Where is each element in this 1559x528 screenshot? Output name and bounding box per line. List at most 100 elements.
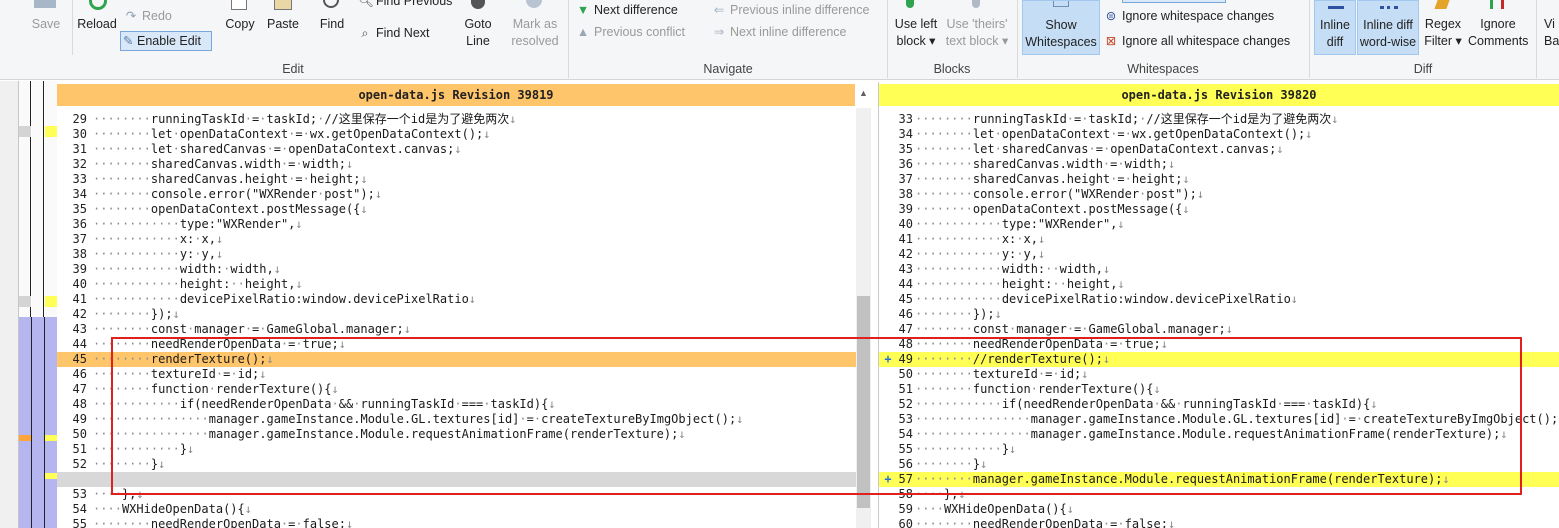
use-theirs-text-block-button[interactable]: Use 'theirs' text block ▾ — [942, 0, 1012, 52]
right-diff-pane[interactable]: open-data.js Revision 39820 33 ········ru… — [878, 82, 1559, 528]
ignore-all-whitespace-changes-button[interactable]: ⊠ Ignore all whitespace changes — [1104, 33, 1290, 50]
code-line[interactable]: 52 ············if(needRenderOpenData·&&·r… — [879, 397, 1559, 412]
view-partial-button[interactable]: Vi Ba — [1538, 0, 1559, 52]
paste-button[interactable]: Paste — [262, 0, 304, 40]
locator-mark — [19, 126, 31, 137]
code-line[interactable]: 37 ········sharedCanvas.height·=·height;↓ — [879, 172, 1559, 187]
code-line[interactable]: 34 ········console.error("WXRender·post")… — [57, 187, 871, 202]
mark-as-resolved-label: Mark as resolved — [511, 17, 559, 48]
code-line[interactable]: 60 ········needRenderOpenData·=·false;↓ — [879, 517, 1559, 528]
paste-icon — [274, 0, 292, 10]
redo-button[interactable]: ↷ Redo — [124, 8, 172, 25]
copy-button[interactable]: Copy — [220, 0, 260, 40]
enable-edit-button[interactable]: ✎ Enable Edit — [120, 31, 212, 51]
code-line[interactable]: 48 ············if(needRenderOpenData·&&·r… — [57, 397, 871, 412]
code-line[interactable]: 48 ········needRenderOpenData·=·true;↓ — [879, 337, 1559, 352]
show-whitespaces-button[interactable]: Show Whitespaces — [1022, 0, 1100, 55]
previous-conflict-button[interactable]: ▲ Previous conflict — [576, 24, 685, 41]
code-line[interactable]: 41 ············devicePixelRatio:window.de… — [57, 292, 871, 307]
line-number: 46 — [898, 307, 913, 321]
code-line[interactable]: 38 ········console.error("WXRender·post")… — [879, 187, 1559, 202]
code-line[interactable]: 37 ············x:·x,↓ — [57, 232, 871, 247]
code-line[interactable]: 51 ········function·renderTexture(){↓ — [879, 382, 1559, 397]
inline-diff-word-wise-button[interactable]: Inline diff word-wise — [1357, 0, 1419, 55]
ignore-comments-button[interactable]: Ignore Comments — [1468, 0, 1528, 52]
ignore-whitespace-changes-button[interactable]: ⊜ Ignore whitespace changes — [1104, 8, 1274, 25]
previous-inline-difference-button[interactable]: ⇐ Previous inline difference — [712, 2, 870, 19]
line-number: 33 — [72, 172, 87, 186]
code-line[interactable]: 44 ············height:··height,↓ — [879, 277, 1559, 292]
save-button[interactable]: Save — [28, 0, 64, 40]
line-number: 49 — [72, 412, 87, 426]
find-button[interactable]: Find — [312, 0, 352, 40]
left-diff-pane[interactable]: open-data.js Revision 39819 ▲ 29 ········… — [57, 82, 871, 528]
code-line[interactable]: −45········renderTexture();↓ — [57, 352, 871, 367]
code-line[interactable]: 32 ········sharedCanvas.width·=·width;↓ — [57, 157, 871, 172]
code-line[interactable]: 49 ················manager.gameInstance.M… — [57, 412, 871, 427]
code-line[interactable]: 53 ····},↓ — [57, 487, 871, 502]
mark-as-resolved-button[interactable]: Mark as resolved — [506, 0, 564, 52]
reload-button[interactable]: Reload — [76, 0, 118, 40]
code-line[interactable]: 45 ············devicePixelRatio:window.de… — [879, 292, 1559, 307]
code-line[interactable]: 54 ····WXHideOpenData(){↓ — [57, 502, 871, 517]
code-line[interactable]: 42 ············y:·y,↓ — [879, 247, 1559, 262]
code-line[interactable]: 33 ········sharedCanvas.height·=·height;↓ — [57, 172, 871, 187]
code-line[interactable]: 30 ········let·openDataContext·=·wx.getOp… — [57, 127, 871, 142]
scroll-up-arrow[interactable]: ▲ — [856, 86, 871, 101]
code-line[interactable]: 55 ············}↓ — [879, 442, 1559, 457]
code-line[interactable]: 34 ········let·openDataContext·=·wx.getOp… — [879, 127, 1559, 142]
code-line[interactable]: 53 ················manager.gameInstance.M… — [879, 412, 1559, 427]
code-line[interactable]: 44 ········needRenderOpenData·=·true;↓ — [57, 337, 871, 352]
use-left-block-button[interactable]: Use left block ▾ — [892, 0, 940, 52]
code-line[interactable]: 35 ········openDataContext.postMessage({↓ — [57, 202, 871, 217]
regex-filter-button[interactable]: Regex Filter ▾ — [1420, 0, 1466, 52]
left-vertical-scrollbar[interactable] — [856, 108, 871, 528]
diff-locator-bar[interactable] — [18, 81, 57, 528]
line-number: 45 — [898, 292, 913, 306]
code-line[interactable]: 47 ········const·manager·=·GameGlobal.man… — [879, 322, 1559, 337]
code-line[interactable]: 41 ············x:·x,↓ — [879, 232, 1559, 247]
find-next-button[interactable]: ⌕ Find Next — [358, 25, 429, 42]
code-line[interactable]: 56 ········}↓ — [879, 457, 1559, 472]
code-line[interactable]: 42 ········});↓ — [57, 307, 871, 322]
code-line[interactable]: 33 ········runningTaskId·=·taskId;·//这里保存… — [879, 112, 1559, 127]
line-text: ····},↓ — [915, 487, 966, 501]
next-difference-button[interactable]: ▼ Next difference — [576, 2, 678, 19]
locator-viewport[interactable] — [19, 317, 57, 528]
code-line[interactable]: 51 ············}↓ — [57, 442, 871, 457]
inline-diff-button[interactable]: Inline diff — [1314, 0, 1356, 55]
code-line[interactable]: 47 ········function·renderTexture(){↓ — [57, 382, 871, 397]
goto-line-button[interactable]: Goto Line — [456, 0, 500, 52]
code-line[interactable]: 36 ············type:"WXRender",↓ — [57, 217, 871, 232]
code-line[interactable]: 29 ········runningTaskId·=·taskId;·//这里保存… — [57, 112, 871, 127]
code-line[interactable]: 54 ················manager.gameInstance.M… — [879, 427, 1559, 442]
next-inline-difference-button[interactable]: ⇒ Next inline difference — [712, 24, 847, 41]
code-line[interactable] — [57, 472, 871, 487]
code-line[interactable]: 31 ········let·sharedCanvas·=·openDataCon… — [57, 142, 871, 157]
code-line[interactable]: 40 ············type:"WXRender",↓ — [879, 217, 1559, 232]
code-line[interactable]: 43 ············width:··width,↓ — [879, 262, 1559, 277]
code-line[interactable]: 52 ········}↓ — [57, 457, 871, 472]
code-line[interactable]: 50 ················manager.gameInstance.M… — [57, 427, 871, 442]
code-line[interactable]: 58 ····},↓ — [879, 487, 1559, 502]
left-code-area[interactable]: 29 ········runningTaskId·=·taskId;·//这里保存… — [57, 108, 871, 528]
code-line[interactable]: 43 ········const·manager·=·GameGlobal.man… — [57, 322, 871, 337]
right-code-area[interactable]: 33 ········runningTaskId·=·taskId;·//这里保存… — [879, 108, 1559, 528]
line-number: 48 — [898, 337, 913, 351]
code-line[interactable]: +57 ········manager.gameInstance.Module.r… — [879, 472, 1559, 487]
code-line[interactable]: 35 ········let·sharedCanvas·=·openDataCon… — [879, 142, 1559, 157]
left-scroll-thumb[interactable] — [857, 296, 870, 508]
code-line[interactable]: 55 ········needRenderOpenData·=·false;↓ — [57, 517, 871, 528]
find-previous-button[interactable]: 🔍︎ Find Previous — [358, 0, 452, 10]
code-line[interactable]: 50 ········textureId·=·id;↓ — [879, 367, 1559, 382]
line-text: ············type:"WXRender",↓ — [915, 217, 1125, 231]
code-line[interactable]: 59 ····WXHideOpenData(){↓ — [879, 502, 1559, 517]
code-line[interactable]: +49 ········//renderTexture();↓ — [879, 352, 1559, 367]
code-line[interactable]: 46 ········});↓ — [879, 307, 1559, 322]
code-line[interactable]: 39 ············width:·width,↓ — [57, 262, 871, 277]
code-line[interactable]: 40 ············height:··height,↓ — [57, 277, 871, 292]
code-line[interactable]: 36 ········sharedCanvas.width·=·width;↓ — [879, 157, 1559, 172]
code-line[interactable]: 38 ············y:·y,↓ — [57, 247, 871, 262]
code-line[interactable]: 39 ········openDataContext.postMessage({↓ — [879, 202, 1559, 217]
code-line[interactable]: 46 ········textureId·=·id;↓ — [57, 367, 871, 382]
